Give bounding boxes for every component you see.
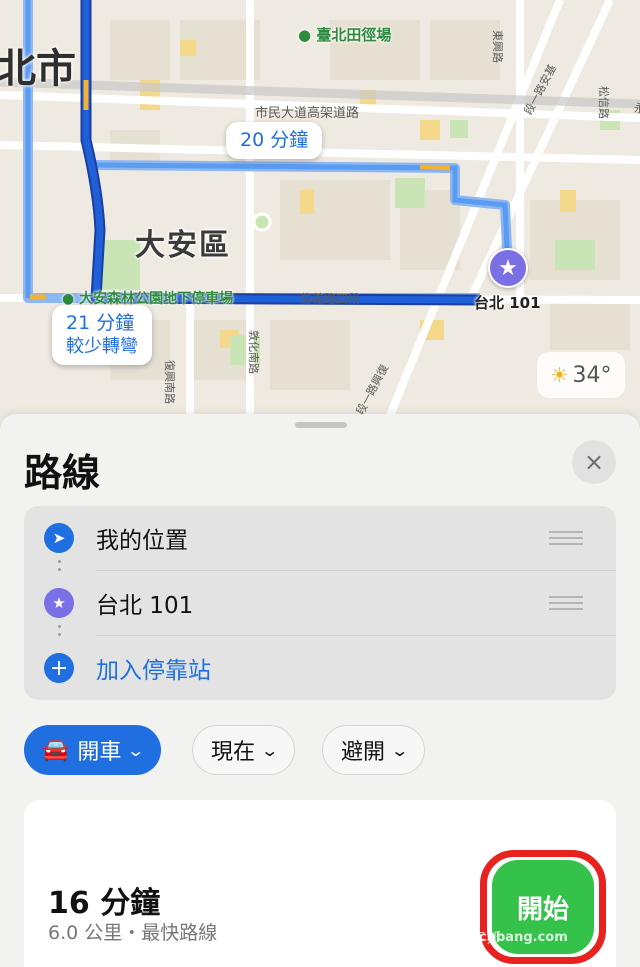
destination-label: 台北 101 [474,294,541,312]
route-duration: 16 分鐘 [48,886,161,921]
route-callout-21min[interactable]: 21 分鐘 較少轉彎 [52,305,152,365]
chevron-down-icon: ⌄ [260,740,280,760]
route-meta: 6.0 公里・最快路線 [48,922,218,944]
poi-stadium-label: 臺北田徑場 [316,26,392,44]
close-button[interactable]: × [572,440,616,484]
stop-row-origin[interactable]: ➤ 我的位置 [24,506,616,570]
close-icon: × [583,448,605,476]
map-view[interactable]: 北市 大安區 ● 臺北田徑場 ● 大安森林公園地下停車場 市民大道高架道路 信義… [0,0,640,440]
add-stop-row[interactable]: + 加入停靠站 [24,636,616,700]
city-label: 北市 [0,46,76,92]
stops-list: ➤ 我的位置 ★ 台北 101 + 加入停靠站 [24,506,616,700]
route-callout-20min[interactable]: 20 分鐘 [226,122,323,159]
sheet-grabber[interactable] [295,422,347,428]
route-callout-time: 20 分鐘 [240,129,309,151]
star-icon: ★ [44,588,74,618]
partly-sunny-icon: ☀ [550,363,569,387]
directions-sheet: 路線 × ➤ 我的位置 ★ 台北 101 + 加入停靠站 🚘 開車 ⌄ 現在 ⌄… [0,414,640,967]
stop-row-destination[interactable]: ★ 台北 101 [24,571,616,635]
poi-stadium[interactable]: ● 臺北田徑場 [298,24,391,45]
road-label-dongxing: 東興路 [491,30,504,63]
road-label-fuxing-s: 復興南路 [163,360,176,404]
road-label-civic-blvd: 市民大道高架道路 [255,106,360,121]
transport-mode-select[interactable]: 🚘 開車 ⌄ [24,725,161,775]
add-stop-label: 加入停靠站 [96,658,211,684]
watermark-url: techbang.com [464,930,568,945]
weather-badge[interactable]: ☀ 34° [537,352,625,398]
chevron-down-icon: ⌄ [390,740,410,760]
stop-label: 我的位置 [96,528,188,554]
car-icon: 🚘 [42,737,70,763]
avoid-select[interactable]: 避開 ⌄ [322,725,426,775]
road-label-xinyi: 信義路四段 [300,292,361,306]
depart-time-select[interactable]: 現在 ⌄ [192,725,296,775]
depart-time-label: 現在 [211,740,256,765]
reorder-handle-icon[interactable] [549,531,583,545]
star-icon: ★ [498,255,518,281]
avoid-label: 避開 [341,740,386,765]
reorder-handle-icon[interactable] [549,596,583,610]
location-arrow-icon: ➤ [44,523,74,553]
chevron-down-icon: ⌄ [126,740,146,760]
road-label-dunhua-s: 敦化南路 [247,330,260,374]
weather-temp: 34° [572,362,612,388]
district-label: 大安區 [135,228,231,263]
sheet-title: 路線 [24,451,101,495]
plus-icon: + [44,653,74,683]
destination-pin[interactable]: ★ [488,248,528,288]
route-callout-time: 21 分鐘 [66,312,135,334]
transport-mode-label: 開車 [77,740,122,765]
route-callout-note: 較少轉彎 [66,336,138,357]
road-label-partial: 永 [634,102,640,115]
stop-label: 台北 101 [96,593,194,619]
road-label-songxin: 松信路 [597,86,610,119]
